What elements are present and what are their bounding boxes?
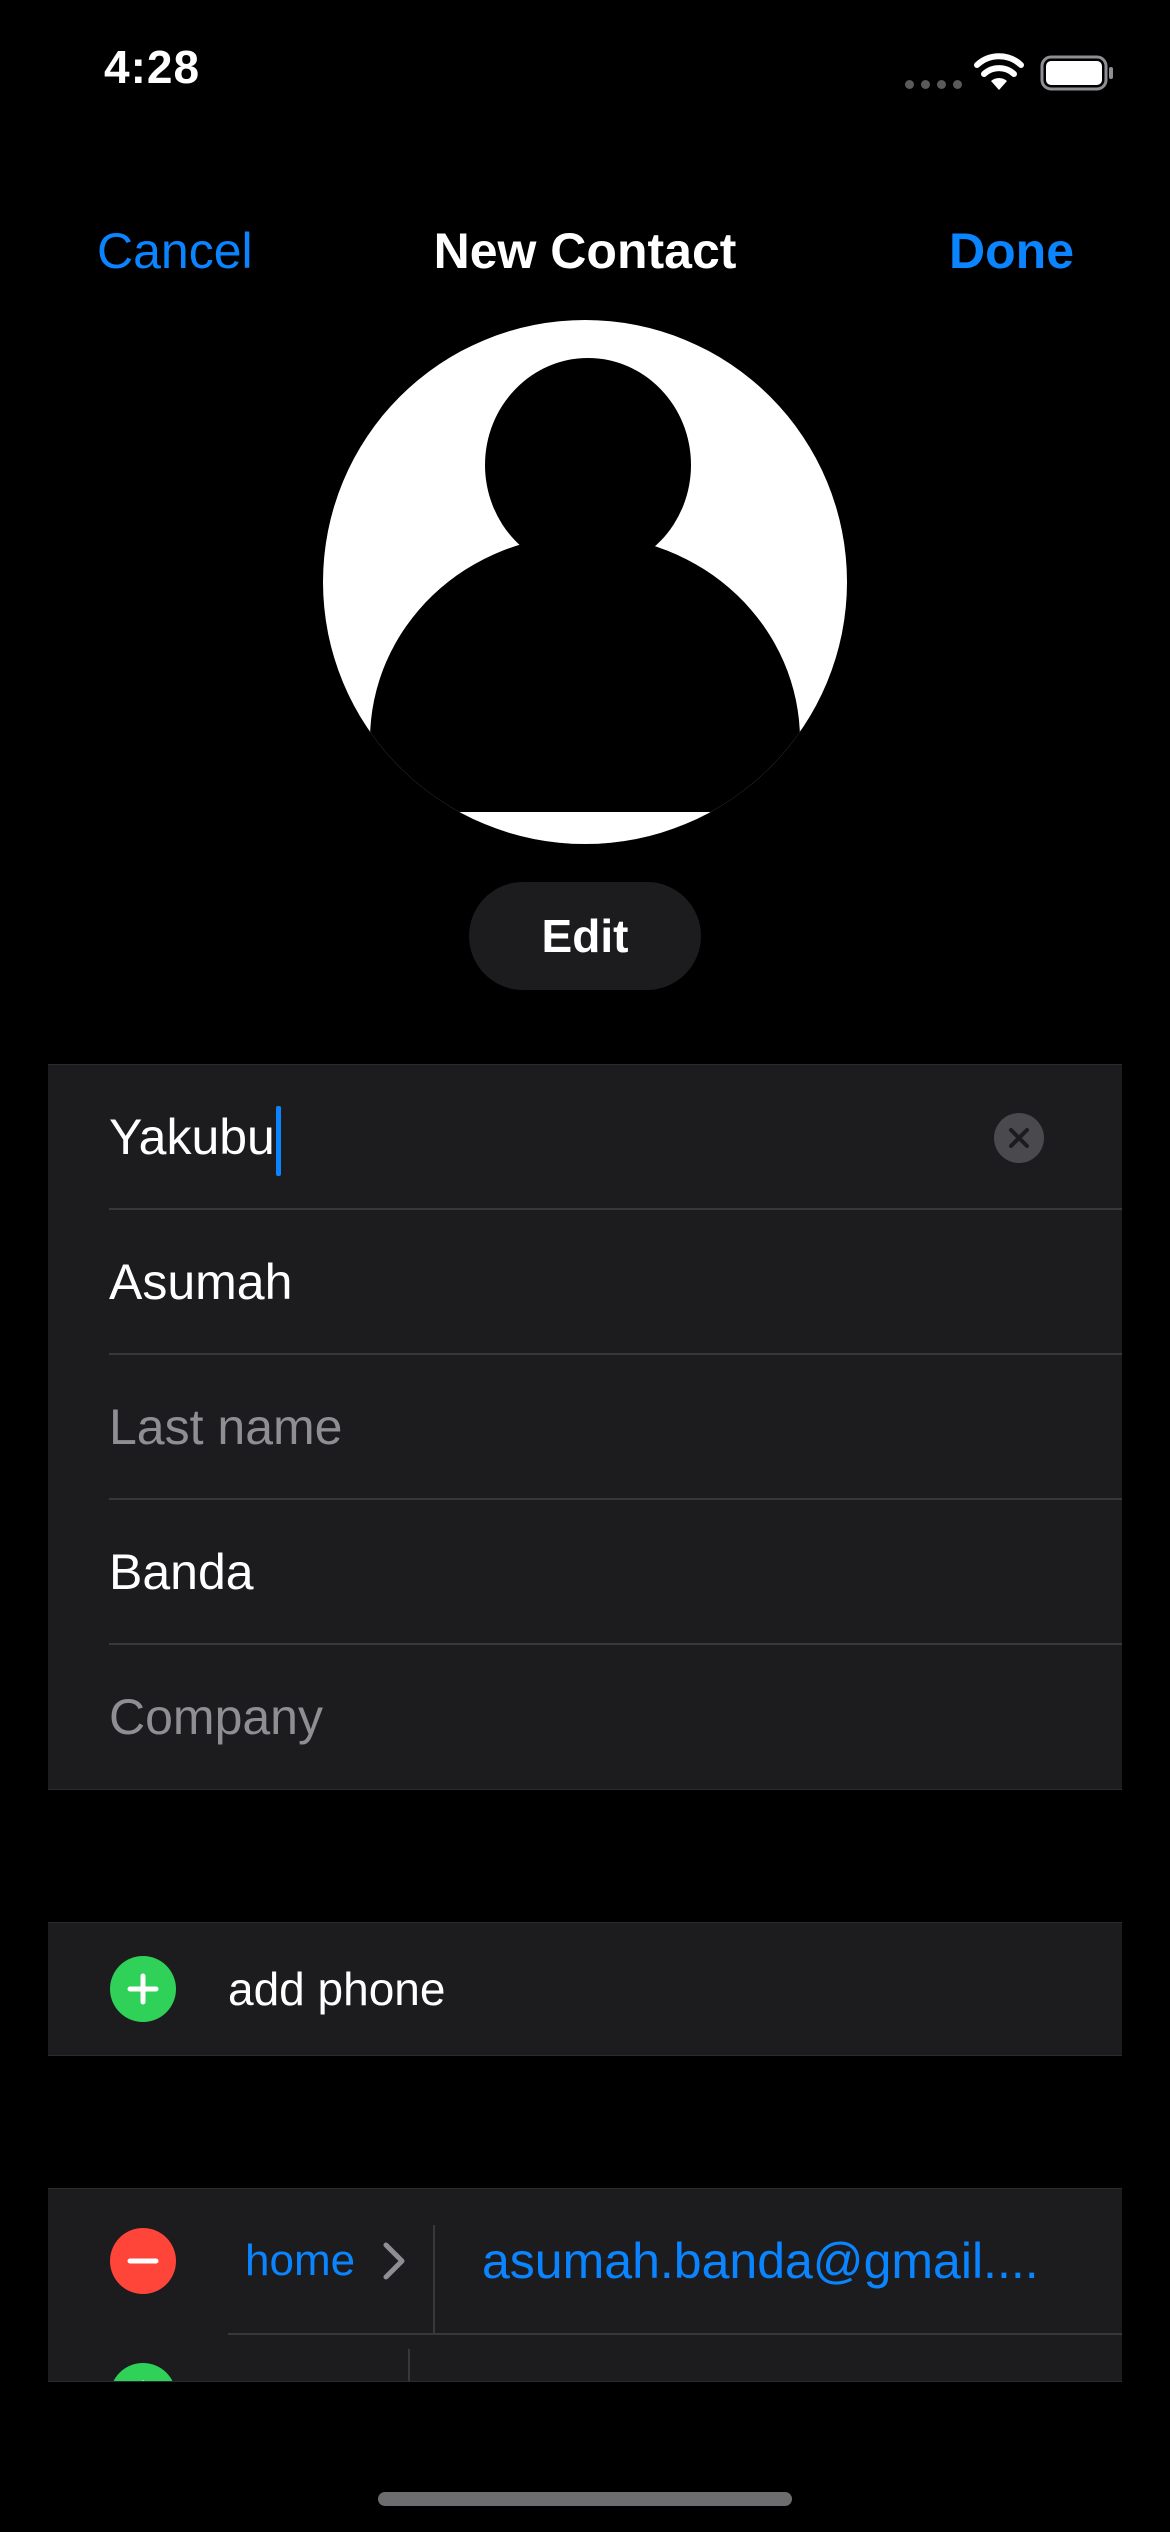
middle-name-field[interactable]: Asumah [109,1210,292,1355]
email-label-selector[interactable]: home [245,2189,355,2333]
minus-icon [127,2258,159,2264]
close-icon [1009,1128,1029,1148]
email-field[interactable]: asumah.banda@gmail.... [482,2189,1082,2333]
row-separator [228,2333,1122,2335]
middle-name-row[interactable]: Asumah [109,1210,1122,1355]
chevron-right-icon [383,2242,405,2280]
surname-row[interactable]: Banda [109,1500,1122,1645]
avatar-placeholder[interactable] [323,320,847,844]
status-time: 4:28 [104,41,201,93]
text-cursor [275,1105,281,1176]
field-divider [408,2349,410,2381]
add-phone-button[interactable] [110,1956,176,2022]
first-name-field[interactable]: Yakubu [109,1065,281,1210]
plus-icon [141,2380,145,2381]
surname-field[interactable]: Banda [109,1500,254,1645]
company-row[interactable]: Company [109,1645,1122,1790]
clear-text-button[interactable] [994,1113,1044,1163]
edit-photo-button[interactable]: Edit [469,882,701,990]
email-row[interactable]: home asumah.banda@gmail.... [48,2189,1122,2333]
name-fields-section: Yakubu Asumah Last name Banda Company [48,1064,1122,1790]
last-name-field[interactable]: Last name [109,1355,342,1500]
home-indicator[interactable] [378,2492,792,2506]
plus-icon [127,1973,159,2005]
first-name-value: Yakubu [109,1109,275,1165]
cellular-signal-icon [905,80,962,89]
email-section: home asumah.banda@gmail.... [48,2188,1122,2382]
company-field[interactable]: Company [109,1645,323,1790]
last-name-row[interactable]: Last name [109,1355,1122,1500]
done-button[interactable]: Done [949,222,1074,280]
wifi-icon [974,53,1024,90]
add-phone-row[interactable]: add phone [48,1922,1122,2056]
remove-email-button[interactable] [110,2228,176,2294]
battery-icon [1040,55,1113,91]
add-email-button[interactable] [110,2363,176,2381]
add-phone-label[interactable]: add phone [228,1923,445,2055]
first-name-row[interactable]: Yakubu [109,1065,1122,1210]
field-divider [433,2225,435,2333]
